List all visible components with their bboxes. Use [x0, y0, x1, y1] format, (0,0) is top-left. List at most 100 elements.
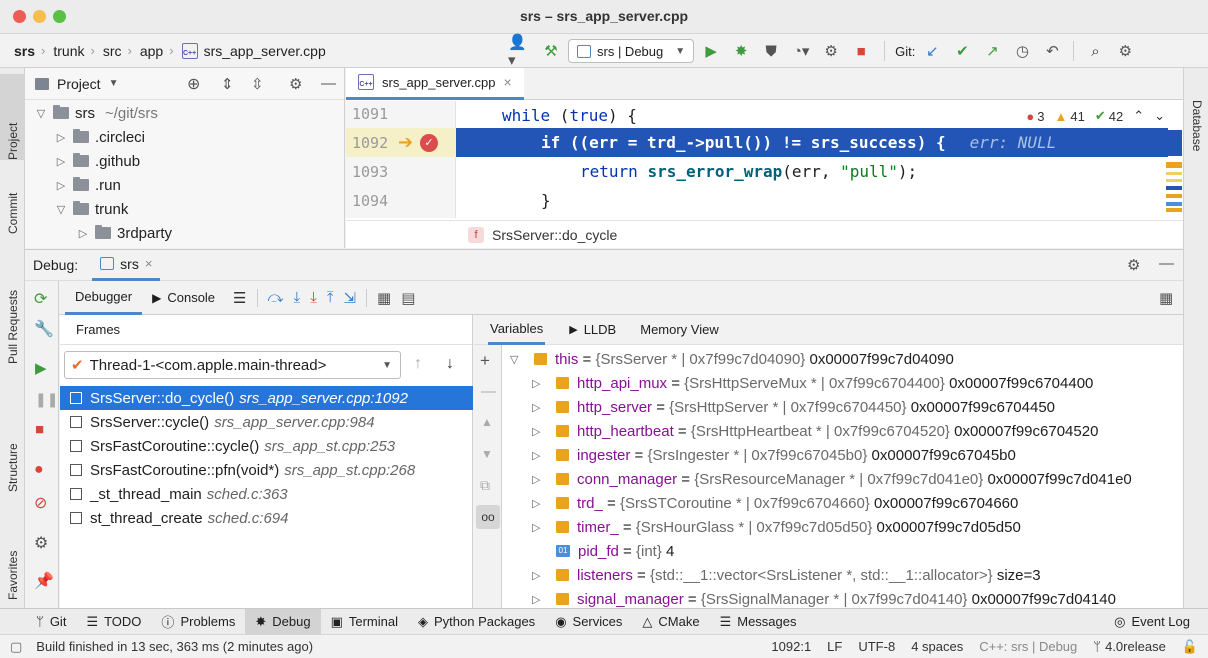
variable-row[interactable]: ▷ signal_manager = {SrsSignalManager * |… [532, 587, 1116, 608]
run-to-cursor-icon[interactable]: ⇲ [343, 289, 356, 307]
breadcrumb-file[interactable]: srs_app_server.cpp [204, 43, 326, 59]
git-rollback-icon[interactable]: ↶ [1039, 39, 1065, 63]
code-line-1092[interactable]: if ((err = trd_->pull()) != srs_success)… [541, 128, 1056, 157]
move-up-icon[interactable]: ▲ [481, 415, 493, 429]
tool-window-services[interactable]: ◉ Services [545, 609, 632, 635]
step-out-icon[interactable]: ⤒ [327, 289, 334, 306]
run-icon[interactable]: ▶ [698, 39, 724, 63]
lock-icon[interactable]: 🔓 [1182, 639, 1198, 655]
chevron-right-icon[interactable]: ▷ [532, 401, 552, 414]
pin-icon[interactable]: 📌 [34, 571, 54, 591]
code-line-1091[interactable]: while (true) { [502, 101, 637, 130]
variable-row[interactable]: 01 pid_fd = {int} 4 [532, 539, 674, 563]
status-message[interactable]: Build finished in 13 sec, 363 ms (2 minu… [36, 639, 313, 654]
variable-row[interactable]: ▷ timer_ = {SrsHourGlass * | 0x7f99c7d05… [532, 515, 1021, 539]
chevron-right-icon[interactable]: ▷ [532, 449, 552, 462]
chevron-right-icon[interactable]: ▷ [75, 227, 91, 240]
build-hammer-icon[interactable]: ⚒ [538, 39, 564, 63]
variable-row[interactable]: ▷ ingester = {SrsIngester * | 0x7f99c670… [532, 443, 1016, 467]
locate-icon[interactable]: ⊕ [187, 74, 200, 94]
chevron-right-icon[interactable]: ▷ [532, 497, 552, 510]
tool-window-problems[interactable]: ⓘ Problems [151, 609, 245, 635]
error-stripe[interactable] [1166, 130, 1182, 220]
tab-database[interactable]: Database [1190, 100, 1204, 151]
tab-project[interactable]: Project [0, 74, 25, 160]
view-breakpoints-icon[interactable]: ● [34, 461, 44, 479]
glasses-icon[interactable]: oo [476, 505, 500, 529]
variable-row[interactable]: ▷ conn_manager = {SrsResourceManager * |… [532, 467, 1132, 491]
chevron-up-icon[interactable]: ⌃ [1133, 108, 1144, 124]
tool-window-debug[interactable]: ✸ Debug [245, 608, 321, 635]
code-line-1094[interactable]: } [541, 186, 551, 215]
tool-window-todo[interactable]: ☰ TODO [76, 609, 151, 635]
rerun-icon[interactable]: ⟳ [34, 289, 47, 309]
add-watch-icon[interactable]: + [480, 351, 490, 371]
resume-icon[interactable]: ▶ [35, 359, 47, 377]
next-frame-icon[interactable]: ↓ [446, 355, 454, 373]
git-branch-widget[interactable]: ᛘ 4.0release [1093, 639, 1166, 654]
step-into-icon[interactable]: ⤓ [294, 289, 301, 306]
git-update-icon[interactable]: ↙ [919, 39, 945, 63]
tab-pull-requests[interactable]: Pull Requests [0, 256, 25, 364]
variable-row[interactable]: ▽ this = {SrsServer * | 0x7f99c7d04090} … [510, 347, 954, 371]
chevron-right-icon[interactable]: ▷ [532, 425, 552, 438]
mute-breakpoints-icon[interactable]: ⊘ [34, 493, 47, 513]
frame-item[interactable]: SrsFastCoroutine::cycle() srs_app_st.cpp:… [60, 434, 473, 458]
tool-window-python-packages[interactable]: ◈ Python Packages [408, 609, 545, 635]
chevron-right-icon[interactable]: ▷ [53, 179, 69, 192]
frame-item[interactable]: st_thread_create sched.c:694 [60, 506, 473, 530]
variable-row[interactable]: ▷ http_server = {SrsHttpServer * | 0x7f9… [532, 395, 1055, 419]
chevron-right-icon[interactable]: ▷ [53, 155, 69, 168]
tree-item-circleci[interactable]: ▷ .circleci [53, 125, 145, 149]
indent-setting[interactable]: 4 spaces [911, 639, 963, 654]
code-line-1093[interactable]: return srs_error_wrap (err, "pull"); [580, 157, 917, 186]
chevron-right-icon[interactable]: ▷ [53, 131, 69, 144]
chevron-down-icon[interactable]: ▽ [53, 203, 69, 216]
tab-favorites[interactable]: Favorites [0, 516, 25, 600]
hide-panel-icon[interactable]: — [1159, 255, 1174, 272]
user-icon[interactable]: 👤▾ [508, 34, 534, 69]
copy-icon[interactable]: ⧉ [480, 477, 490, 494]
stop-icon[interactable]: ■ [848, 39, 874, 63]
settings-gear-icon[interactable]: ⚙ [289, 75, 302, 93]
tab-console[interactable]: ▶ Console [142, 281, 225, 315]
tree-item-srs[interactable]: ▽ srs ~/git/srs [33, 101, 158, 125]
settings-gear-icon[interactable]: ⚙ [1112, 39, 1138, 63]
frame-item[interactable]: SrsServer::do_cycle() srs_app_server.cpp:… [60, 386, 473, 410]
chevron-down-icon[interactable]: ▼ [109, 78, 119, 89]
previous-frame-icon[interactable]: ↑ [414, 355, 422, 373]
line-separator[interactable]: LF [827, 639, 842, 654]
chevron-right-icon[interactable]: ▷ [532, 377, 552, 390]
force-step-into-icon[interactable]: ⤓ [310, 289, 317, 306]
breadcrumb-function[interactable]: SrsServer::do_cycle [492, 227, 617, 243]
breadcrumb-trunk[interactable]: trunk [53, 43, 84, 59]
tree-item-github[interactable]: ▷ .github [53, 149, 140, 173]
editor-tab[interactable]: C++ srs_app_server.cpp × [346, 67, 524, 100]
chevron-right-icon[interactable]: ▷ [532, 569, 552, 582]
status-layout-icon[interactable]: ▢ [10, 639, 22, 655]
memory-layout-icon[interactable]: ▤ [401, 289, 415, 307]
tab-debugger[interactable]: Debugger [65, 281, 143, 315]
tool-window-git[interactable]: ᛘ Git [26, 609, 76, 635]
remove-watch-icon[interactable]: — [481, 383, 496, 400]
restore-layout-icon[interactable]: ▦ [1159, 289, 1173, 307]
resolve-context[interactable]: C++: srs | Debug [979, 639, 1077, 654]
chevron-down-icon[interactable]: ⌄ [1154, 108, 1165, 124]
variable-row[interactable]: ▷ http_api_mux = {SrsHttpServeMux * | 0x… [532, 371, 1093, 395]
frame-item[interactable]: _st_thread_main sched.c:363 [60, 482, 473, 506]
run-config-select[interactable]: srs | Debug ▼ [568, 39, 695, 63]
debug-bug-icon[interactable]: ✸ [728, 39, 754, 63]
variable-row[interactable]: ▷ listeners = {std::__1::vector<SrsListe… [532, 563, 1041, 587]
git-push-icon[interactable]: ↗ [979, 39, 1005, 63]
tab-variables[interactable]: Variables [488, 315, 546, 345]
expand-all-icon[interactable]: ⇕ [221, 75, 234, 93]
git-history-icon[interactable]: ◷ [1009, 39, 1035, 63]
chevron-right-icon[interactable]: ▷ [532, 473, 552, 486]
close-tab-icon[interactable]: × [145, 256, 153, 271]
breadcrumb-app[interactable]: app [140, 43, 163, 59]
settings-gear-icon[interactable]: ⚙ [1127, 256, 1140, 274]
stop-icon[interactable]: ■ [35, 421, 44, 438]
tab-lldb[interactable]: ▶ LLDB [569, 322, 616, 337]
tree-item-trunk[interactable]: ▽ trunk [53, 197, 129, 221]
settings-gear-icon[interactable]: ⚙ [34, 533, 48, 553]
